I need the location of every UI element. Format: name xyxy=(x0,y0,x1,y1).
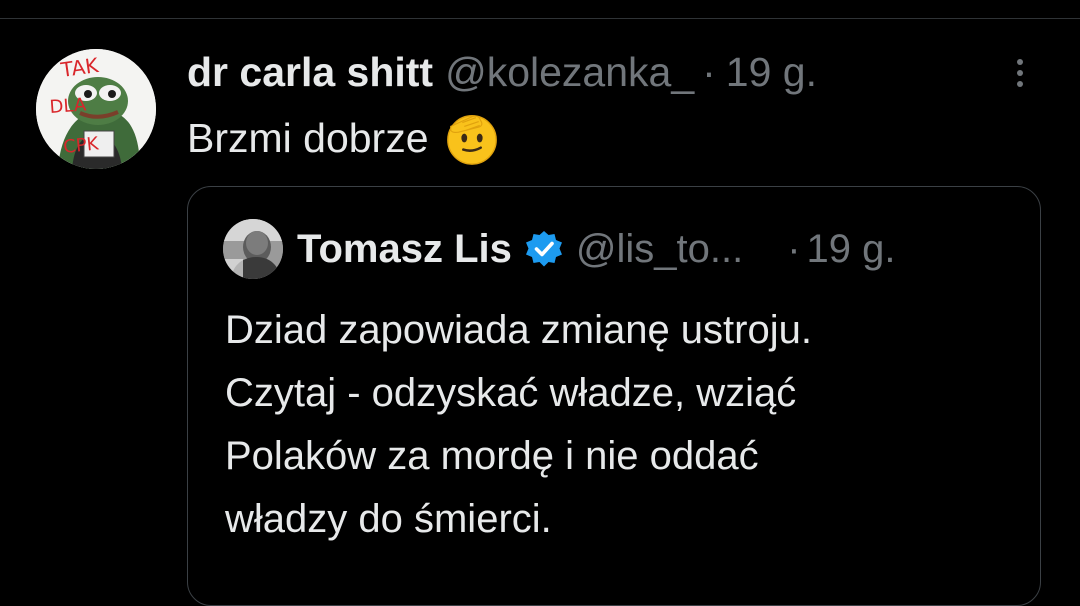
ellipsis-dot xyxy=(1017,81,1023,87)
quoted-tweet-header: Tomasz Lis @lis_to... · 19 g. xyxy=(297,223,896,275)
avatar-text-3: CPK xyxy=(62,133,100,158)
quoted-tweet-text: Dziad zapowiada zmianę ustroju. Czytaj -… xyxy=(225,299,1025,551)
avatar-text-2: DLA xyxy=(49,94,88,118)
saluting-face-emoji-icon xyxy=(446,115,497,165)
quoted-author-handle[interactable]: @lis_to... xyxy=(576,223,743,275)
quoted-header-separator: · xyxy=(787,227,801,271)
tweet-text-content: Brzmi dobrze xyxy=(187,115,429,161)
quoted-author-display-name[interactable]: Tomasz Lis xyxy=(297,223,512,275)
quoted-author-avatar[interactable] xyxy=(223,219,283,279)
quoted-text-line: Czytaj - odzyskać władze, wziąć xyxy=(225,371,797,415)
quoted-text-line: władzy do śmierci. xyxy=(225,497,552,541)
author-display-name[interactable]: dr carla shitt xyxy=(187,47,433,97)
tweet-header: dr carla shitt @kolezanka_ · 19 g. xyxy=(187,47,817,97)
author-handle[interactable]: @kolezanka_ xyxy=(445,47,694,97)
pepe-frog-avatar-icon: TAK DLA CPK xyxy=(36,49,156,169)
tweet-text: Brzmi dobrze xyxy=(187,111,501,165)
vertical-ellipsis-icon xyxy=(1017,59,1023,65)
ellipsis-dot xyxy=(1017,70,1023,76)
more-options-button[interactable] xyxy=(1004,55,1036,91)
profile-photo-avatar-icon xyxy=(223,219,283,279)
quoted-text-line: Dziad zapowiada zmianę ustroju. xyxy=(225,308,812,352)
quoted-tweet-card[interactable]: Tomasz Lis @lis_to... · 19 g. Dziad zapo… xyxy=(187,186,1041,606)
quoted-tweet-timestamp[interactable]: 19 g. xyxy=(807,223,896,275)
quoted-text-line: Polaków za mordę i nie oddać xyxy=(225,434,759,478)
tweet[interactable]: TAK DLA CPK dr carla shitt @kolezanka_ ·… xyxy=(0,19,1080,606)
author-avatar[interactable]: TAK DLA CPK xyxy=(36,49,156,169)
tweet-timestamp[interactable]: 19 g. xyxy=(726,47,817,97)
verified-badge-icon[interactable] xyxy=(524,229,564,269)
header-separator: · xyxy=(702,49,716,95)
